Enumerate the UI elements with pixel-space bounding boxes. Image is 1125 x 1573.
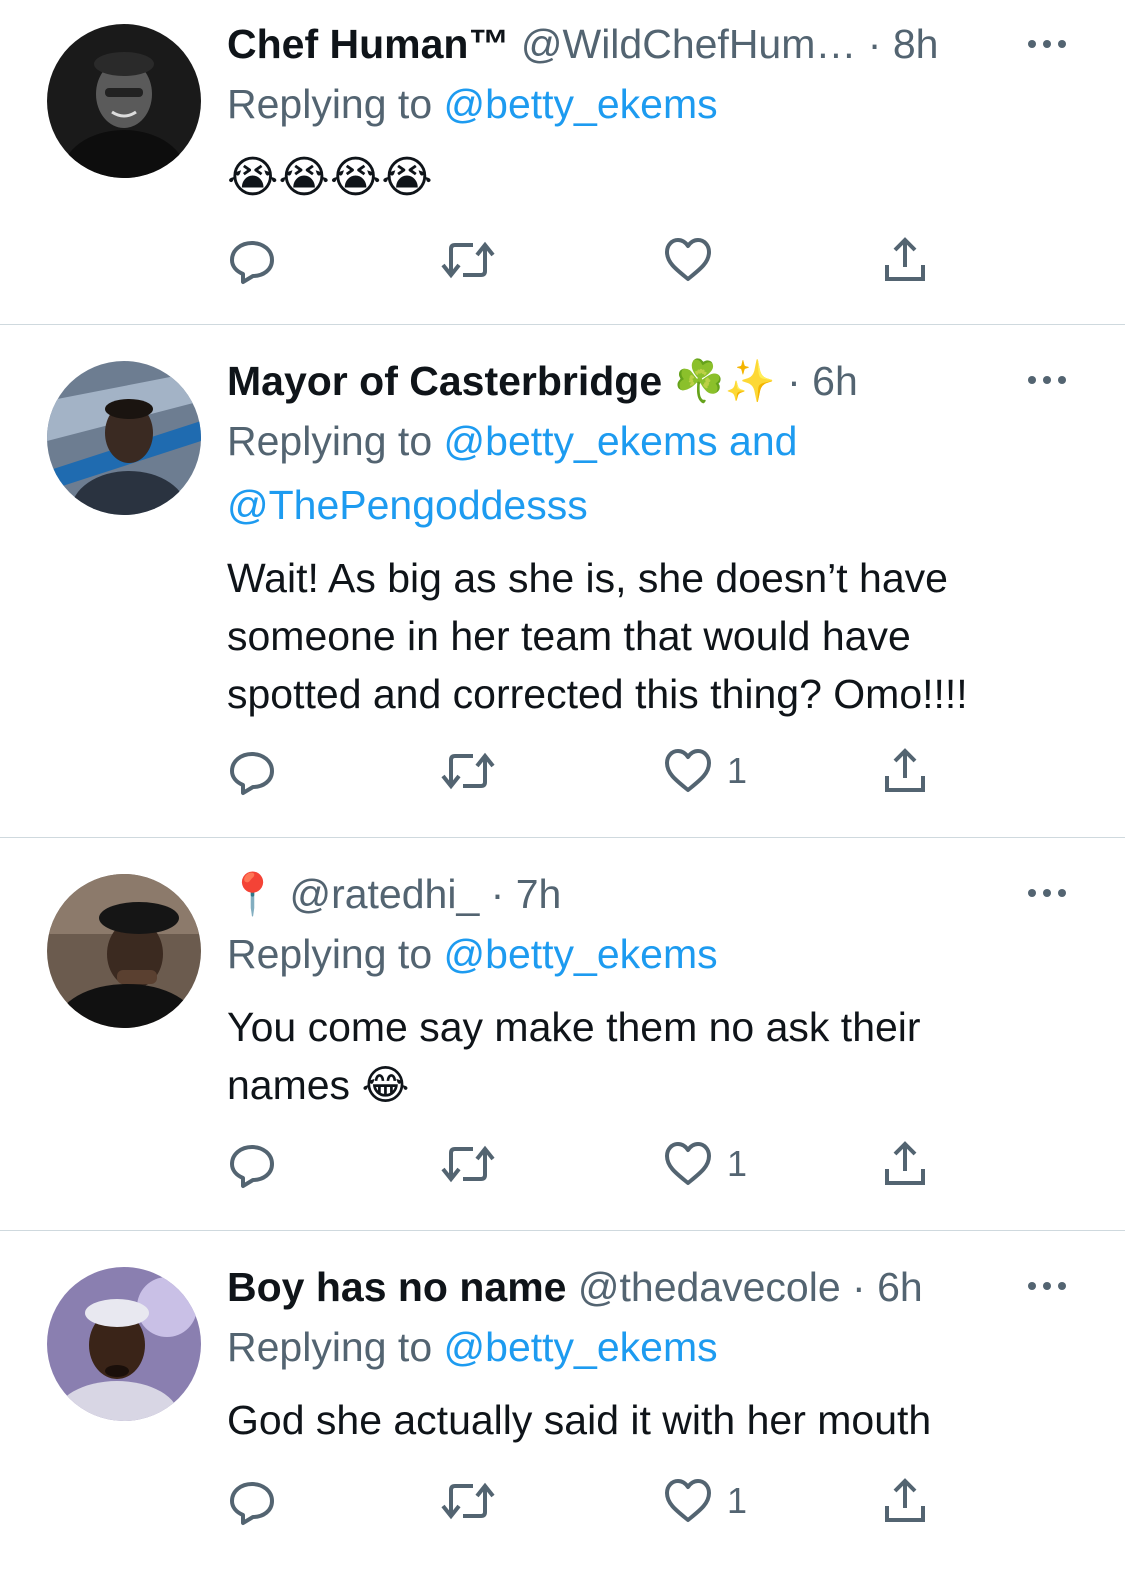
like-count: 1 — [727, 1480, 748, 1521]
like-count: 1 — [727, 1143, 748, 1184]
display-name[interactable]: Boy has no name — [227, 1264, 566, 1310]
reply-button[interactable] — [227, 1136, 277, 1192]
action-bar: 1 — [227, 1473, 947, 1529]
share-button[interactable] — [881, 232, 929, 288]
avatar[interactable] — [47, 24, 201, 178]
display-name[interactable]: Mayor of Casterbridge — [227, 358, 662, 404]
more-icon[interactable] — [1024, 370, 1070, 390]
share-icon — [885, 1478, 925, 1522]
tweet-body: 😭😭😭😭 — [227, 148, 1087, 208]
tweet-text-line: someone in her team that would have — [227, 613, 911, 659]
like-button[interactable]: 1 — [663, 1136, 747, 1192]
tweet-header: Chef Human™ @WildChefHum… · 8h — [227, 14, 1007, 74]
timestamp[interactable]: 6h — [877, 1264, 923, 1310]
reply-button[interactable] — [227, 232, 277, 288]
tweet-text-line: spotted and corrected this thing? Omo!!!… — [227, 671, 968, 717]
user-handle[interactable]: @WildChefHum… — [521, 21, 857, 67]
tweet-text-line: You come say make them no ask their — [227, 1004, 921, 1050]
mention-link[interactable]: @ThePengoddesss — [227, 482, 588, 528]
tweet-text-line: Wait! As big as she is, she doesn’t have — [227, 555, 948, 601]
like-icon — [665, 749, 711, 792]
reply-button[interactable] — [227, 743, 277, 799]
retweet-button[interactable] — [439, 1473, 497, 1529]
avatar[interactable] — [47, 874, 201, 1028]
replying-prefix: Replying to — [227, 1324, 433, 1370]
reply-icon — [230, 241, 274, 284]
avatar[interactable] — [47, 361, 201, 515]
like-count: 1 — [727, 750, 748, 791]
tweet-text-line: God she actually said it with her mouth — [227, 1397, 932, 1443]
like-icon — [665, 238, 711, 281]
replying-to: Replying to @betty_ekems — [227, 1317, 1087, 1377]
tweet-body: Wait! As big as she is, she doesn’t have… — [227, 549, 1087, 723]
reply-icon — [230, 1145, 274, 1188]
retweet-icon — [441, 241, 495, 279]
timestamp[interactable]: 6h — [812, 358, 858, 404]
action-bar: 1 — [227, 743, 947, 799]
mention-link[interactable]: @betty_ekems — [444, 931, 718, 977]
more-icon[interactable] — [1024, 34, 1070, 54]
retweet-button[interactable] — [439, 743, 497, 799]
mention-link[interactable]: @betty_ekems — [444, 1324, 718, 1370]
separator-dot: · — [852, 1264, 866, 1310]
like-button[interactable] — [663, 232, 727, 288]
replying-to: Replying to @betty_ekems and — [227, 411, 1087, 471]
replying-to: Replying to @betty_ekems — [227, 924, 1087, 984]
tweet-card[interactable]: Boy has no name @thedavecole · 6h Replyi… — [0, 1231, 1125, 1573]
display-name[interactable]: 📍 — [227, 871, 278, 917]
tweet-header: Mayor of Casterbridge ☘️✨ · 6h — [227, 351, 1007, 411]
user-handle[interactable]: @thedavecole — [578, 1264, 841, 1310]
tweet-header: 📍 @ratedhi_ · 7h — [227, 864, 1007, 924]
timestamp[interactable]: 7h — [516, 871, 562, 917]
separator-dot: · — [867, 21, 882, 67]
separator-dot: · — [787, 358, 801, 404]
action-bar — [227, 232, 947, 288]
reply-icon — [230, 752, 274, 795]
mention-link[interactable]: @betty_ekems — [444, 81, 718, 127]
timestamp[interactable]: 8h — [893, 21, 939, 67]
replying-prefix: Replying to — [227, 931, 433, 977]
separator-dot: · — [490, 871, 505, 917]
replying-to-extra: @ThePengoddesss — [227, 475, 1087, 535]
retweet-button[interactable] — [439, 1136, 497, 1192]
share-button[interactable] — [881, 1136, 929, 1192]
display-name[interactable]: Chef Human™ — [227, 21, 509, 67]
action-bar: 1 — [227, 1136, 947, 1192]
tweet-text-line: names 😂 — [227, 1062, 410, 1108]
user-handle[interactable]: @ratedhi_ — [289, 871, 479, 917]
like-button[interactable]: 1 — [663, 1473, 747, 1529]
share-icon — [885, 1141, 925, 1185]
retweet-button[interactable] — [439, 232, 497, 288]
mention-link[interactable]: @betty_ekems — [444, 418, 718, 464]
name-emoji: ☘️✨ — [673, 358, 776, 404]
tweet-text: 😭😭😭😭 — [227, 153, 433, 202]
share-button[interactable] — [881, 1473, 929, 1529]
tweet-card[interactable]: Mayor of Casterbridge ☘️✨ · 6h Replying … — [0, 325, 1125, 837]
more-icon[interactable] — [1024, 1276, 1070, 1296]
replying-to: Replying to @betty_ekems — [227, 74, 1087, 134]
tweet-header: Boy has no name @thedavecole · 6h — [227, 1257, 1007, 1317]
tweet-body: You come say make them no ask their name… — [227, 998, 1087, 1114]
more-icon[interactable] — [1024, 883, 1070, 903]
retweet-icon — [441, 1482, 495, 1520]
retweet-icon — [441, 752, 495, 790]
replying-prefix: Replying to — [227, 81, 433, 127]
like-icon — [665, 1142, 711, 1185]
tweet-body: God she actually said it with her mouth — [227, 1391, 1087, 1449]
reply-button[interactable] — [227, 1473, 277, 1529]
share-icon — [885, 748, 925, 792]
retweet-icon — [441, 1145, 495, 1183]
replying-prefix: Replying to — [227, 418, 433, 464]
tweet-card[interactable]: 📍 @ratedhi_ · 7h Replying to @betty_ekem… — [0, 838, 1125, 1230]
replying-and: and — [729, 418, 798, 464]
avatar[interactable] — [47, 1267, 201, 1421]
share-button[interactable] — [881, 743, 929, 799]
tweet-card[interactable]: Chef Human™ @WildChefHum… · 8h Replying … — [0, 0, 1125, 324]
reply-icon — [230, 1482, 274, 1525]
like-button[interactable]: 1 — [663, 743, 747, 799]
like-icon — [665, 1479, 711, 1522]
share-icon — [885, 237, 925, 281]
